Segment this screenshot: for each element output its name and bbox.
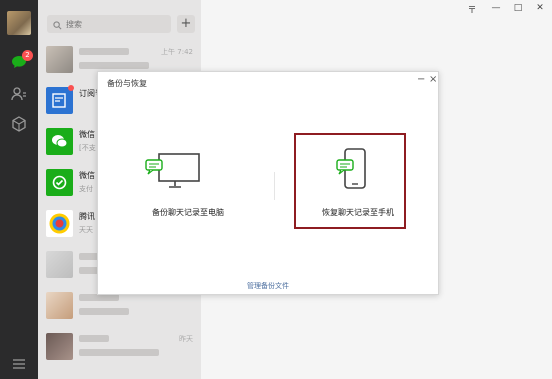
dialog-close-button[interactable]: × <box>429 74 437 85</box>
backup-to-pc-label: 备份聊天记录至电脑 <box>152 208 224 217</box>
manage-backup-files-link[interactable]: 管理备份文件 <box>98 281 438 291</box>
backup-to-pc-option[interactable]: 备份聊天记录至电脑 <box>128 150 248 220</box>
option-divider <box>274 172 275 200</box>
dialog-title: 备份与恢复 <box>107 79 147 88</box>
highlight-box <box>294 133 406 229</box>
monitor-icon <box>145 153 200 188</box>
dialog-minimize-button[interactable]: − <box>417 74 425 85</box>
